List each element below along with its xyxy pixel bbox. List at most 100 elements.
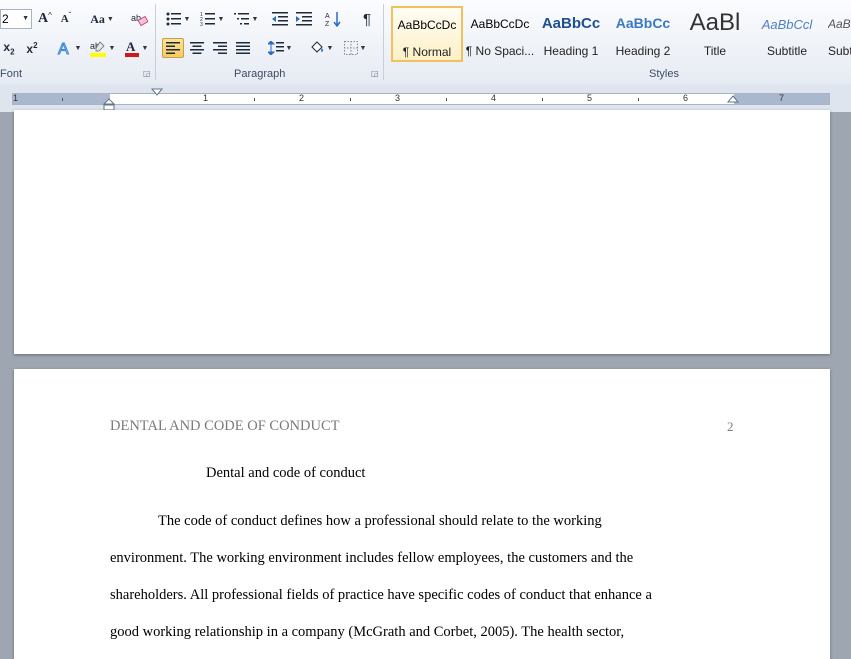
ruler-number: 4	[491, 93, 497, 103]
pilcrow-icon: ¶	[362, 10, 372, 28]
bullets-icon	[166, 12, 181, 26]
body-line: The code of conduct defines how a profes…	[158, 513, 602, 529]
style-sample: AaBl	[689, 9, 741, 36]
svg-text:Z: Z	[325, 21, 330, 27]
style-title[interactable]: AaBl Title	[679, 6, 751, 62]
paragraph-dialog-launcher-icon[interactable]: ◲	[371, 70, 379, 78]
style-sample: AaBbCcl	[761, 17, 813, 32]
group-divider	[155, 4, 156, 80]
styles-group-label: Styles	[649, 68, 679, 80]
numbering-button[interactable]: 1 2 3 ▼	[197, 9, 227, 29]
decrease-indent-icon	[272, 12, 288, 26]
font-size-combo[interactable]: 2 ▼	[0, 9, 32, 29]
ruler-tick	[350, 98, 351, 101]
grow-font-button[interactable]: A ^	[36, 9, 54, 29]
ruler-number: 3	[395, 93, 401, 103]
text-effects-button[interactable]: A ▼	[55, 38, 83, 58]
align-left-icon	[166, 42, 180, 54]
superscript-button[interactable]: x2	[23, 38, 41, 58]
document-page[interactable]	[14, 110, 830, 354]
style-sample: AaBbCcDc	[397, 18, 457, 32]
align-right-button[interactable]	[209, 38, 231, 58]
style-heading-1[interactable]: AaBbCc Heading 1	[535, 6, 607, 62]
subscript-icon: x2	[3, 39, 15, 57]
align-left-button[interactable]	[162, 38, 184, 58]
style-subtle-emphasis[interactable]: AaB Subt	[823, 6, 851, 62]
align-center-button[interactable]	[186, 38, 208, 58]
decrease-indent-button[interactable]	[270, 9, 290, 29]
style-name: ¶ Normal	[402, 45, 452, 59]
chevron-down-icon[interactable]: ▼	[22, 10, 29, 28]
style-sample: AaB	[828, 17, 851, 31]
change-case-icon: Aa	[90, 11, 105, 26]
subscript-button[interactable]: x2	[0, 38, 18, 58]
line-spacing-button[interactable]: ▼	[265, 38, 295, 58]
group-divider	[383, 4, 384, 80]
increase-indent-icon	[296, 12, 312, 26]
body-line: good working relationship in a company (…	[110, 624, 625, 640]
clear-formatting-button[interactable]: ab	[128, 9, 150, 29]
align-right-icon	[213, 42, 227, 54]
style-name: Subtitle	[766, 44, 808, 58]
style-name: Subt	[828, 44, 851, 58]
styles-gallery: AaBbCcDc ¶ Normal AaBbCcDc ¶ No Spaci...…	[389, 4, 851, 66]
ruler-number: 6	[683, 93, 689, 103]
sort-button[interactable]: A Z	[323, 9, 345, 29]
style-heading-2[interactable]: AaBbCc Heading 2	[607, 6, 679, 62]
svg-text:A: A	[58, 41, 69, 56]
clear-formatting-icon: ab	[131, 13, 148, 27]
shrink-font-button[interactable]: Aˇ	[57, 9, 75, 29]
font-group-label: Font	[0, 68, 23, 80]
ruler-tick	[62, 98, 63, 101]
svg-text:A: A	[325, 13, 330, 20]
ruler-number: 5	[587, 93, 593, 103]
font-dialog-launcher-icon[interactable]: ◲	[143, 70, 151, 78]
ruler-tick	[638, 98, 639, 101]
style-sample: AaBbCc	[615, 15, 671, 31]
ruler-tick	[542, 98, 543, 101]
style-normal[interactable]: AaBbCcDc ¶ Normal	[391, 6, 463, 62]
style-sample: AaBbCc	[541, 15, 601, 32]
running-header: DENTAL AND CODE OF CONDUCT	[110, 418, 340, 434]
shading-button[interactable]: ▼	[306, 38, 336, 58]
document-page[interactable]: DENTAL AND CODE OF CONDUCT 2 Dental and …	[14, 369, 830, 659]
shrink-font-icon: A	[60, 13, 69, 25]
ribbon: 2 ▼ A ^ Aˇ Aa ▼ ab x2 x2 A ▼ ab ▼ A ▼ Fo…	[0, 0, 851, 85]
style-sample: AaBbCcDc	[470, 17, 530, 31]
font-color-icon: A	[124, 39, 139, 57]
right-indent-marker[interactable]	[727, 95, 739, 105]
ruler-number: 2	[299, 93, 305, 103]
paint-bucket-icon	[310, 41, 323, 53]
first-line-indent-marker[interactable]	[151, 88, 163, 98]
ruler-tick	[254, 98, 255, 101]
svg-text:3: 3	[200, 22, 203, 26]
line-spacing-icon	[267, 41, 284, 55]
ruler-number: 1	[13, 93, 19, 103]
ruler-number: 1	[203, 93, 209, 103]
numbering-icon: 1 2 3	[200, 12, 215, 26]
text-highlight-button[interactable]: ab ▼	[86, 38, 118, 58]
paragraph-group-label: Paragraph	[234, 68, 286, 80]
font-color-button[interactable]: A ▼	[122, 38, 150, 58]
justify-button[interactable]	[232, 38, 254, 58]
style-name: Heading 1	[543, 44, 599, 58]
multilevel-list-button[interactable]: ▼	[231, 9, 261, 29]
change-case-button[interactable]: Aa ▼	[88, 9, 116, 29]
style-name: Title	[703, 44, 727, 58]
sort-icon: A Z	[325, 12, 341, 27]
borders-button[interactable]: ▼	[340, 38, 370, 58]
show-formatting-marks-button[interactable]: ¶	[356, 9, 378, 29]
grow-font-icon: A	[38, 11, 49, 26]
body-line: shareholders. All professional fields of…	[110, 587, 652, 603]
borders-icon	[343, 41, 358, 55]
svg-text:A: A	[126, 39, 136, 54]
highlighter-icon: ab	[89, 41, 106, 57]
increase-indent-button[interactable]	[294, 9, 314, 29]
style-no-spacing[interactable]: AaBbCcDc ¶ No Spaci...	[464, 6, 536, 62]
align-center-icon	[190, 42, 204, 54]
horizontal-ruler[interactable]: 1 1 2 3 4 5 6 7	[12, 93, 830, 105]
style-subtitle[interactable]: AaBbCcl Subtitle	[751, 6, 823, 62]
bullets-button[interactable]: ▼	[163, 9, 193, 29]
page-number: 2	[727, 419, 734, 434]
ruler-tick	[446, 98, 447, 101]
